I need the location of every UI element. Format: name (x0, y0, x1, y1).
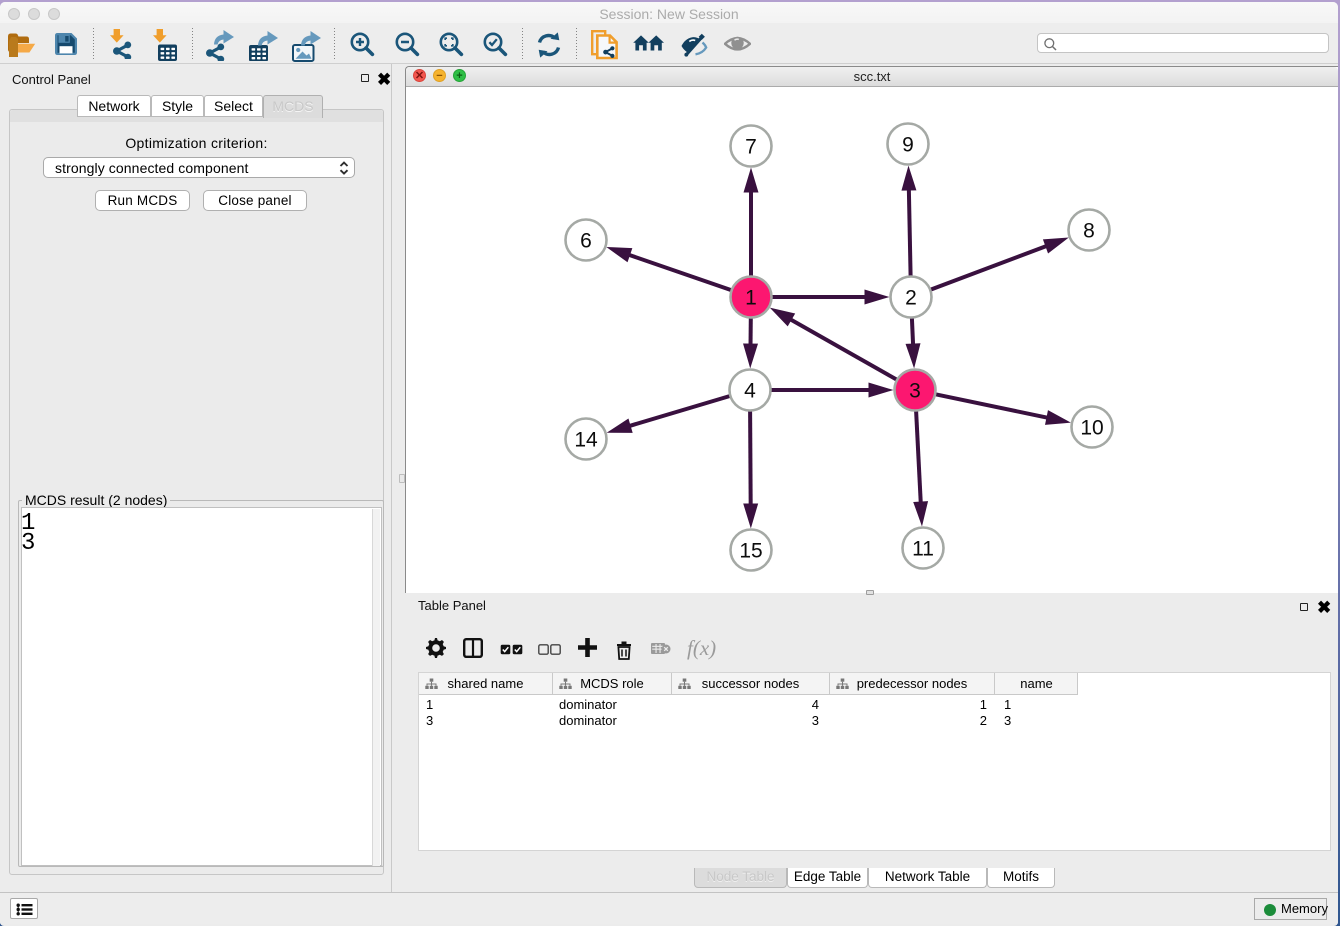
svg-text:8: 8 (1083, 220, 1095, 243)
svg-text:9: 9 (902, 134, 914, 157)
svg-text:2: 2 (905, 287, 917, 310)
svg-text:15: 15 (739, 540, 762, 563)
svg-text:14: 14 (574, 429, 598, 452)
svg-text:4: 4 (744, 380, 756, 403)
svg-text:11: 11 (912, 538, 934, 561)
svg-text:6: 6 (580, 230, 592, 253)
svg-text:1: 1 (745, 287, 757, 310)
svg-text:10: 10 (1080, 417, 1103, 440)
svg-text:7: 7 (745, 136, 757, 159)
svg-text:f(x): f(x) (687, 638, 716, 660)
svg-text:3: 3 (909, 380, 921, 403)
